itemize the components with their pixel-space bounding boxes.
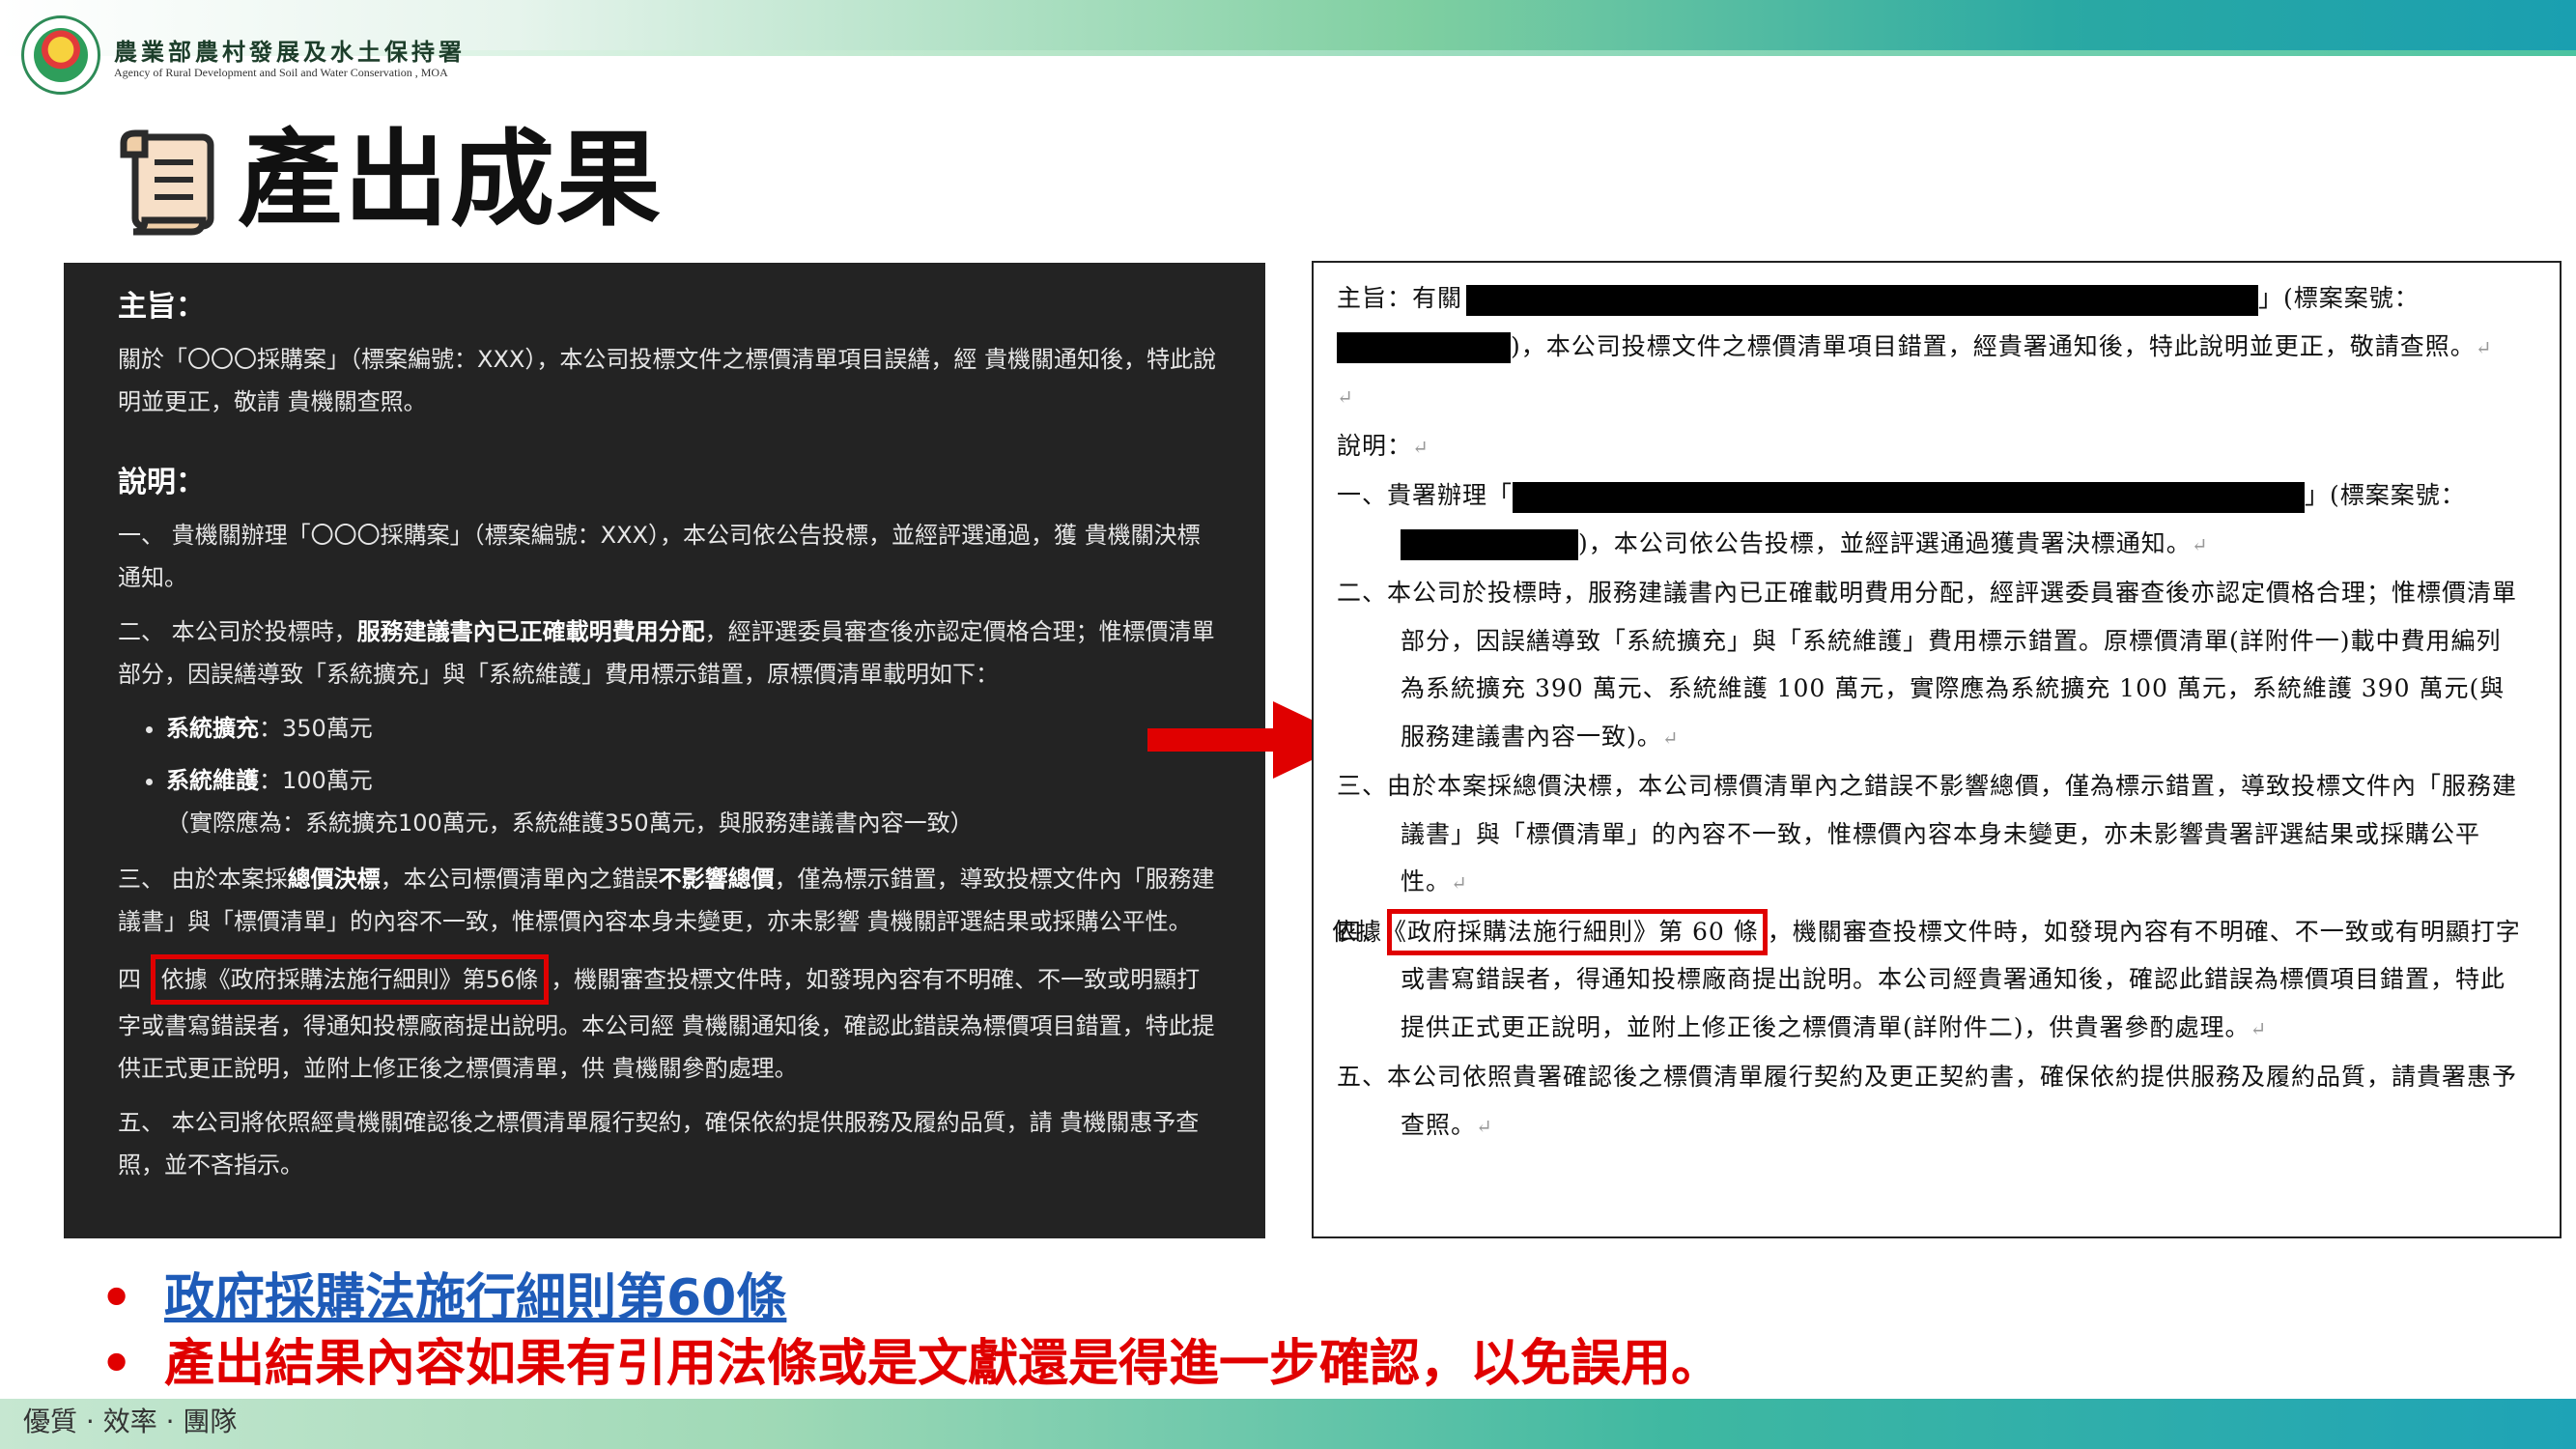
redaction-block	[1337, 332, 1511, 363]
redaction-block	[1466, 284, 2259, 316]
subject-text: 關於「〇〇〇採購案」（標案編號：XXX），本公司投標文件之標價清單項目誤繕，經 …	[118, 346, 1216, 415]
list-item: 系統擴充：350萬元	[166, 707, 1219, 750]
explain-item-5: 五、 本公司將依照經貴機關確認後之標價清單履行契約，確保依約提供服務及履約品質，…	[118, 1109, 1200, 1179]
explain-item-2: 二、本公司於投標時，服務建議書內已正確載明費用分配，經評選委員審查後亦認定價格合…	[1337, 579, 2518, 751]
agency-name-en: Agency of Rural Development and Soil and…	[114, 66, 448, 79]
bullet-dot-icon: •	[100, 1335, 133, 1393]
explain-item-3: 三、由於本案採總價決標，本公司標價清單內之錯誤不影響總價，僅為標示錯置，導致投標…	[1337, 772, 2518, 895]
price-list: 系統擴充：350萬元 系統維護：100萬元（實際應為：系統擴充100萬元，系統維…	[118, 707, 1219, 844]
scroll-icon	[120, 129, 214, 236]
explain-item-1: 一、 貴機關辦理「〇〇〇採購案」（標案編號：XXX），本公司依公告投標，並經評選…	[118, 522, 1201, 591]
subject-line: 主旨：有關 」(標案案號：)，本公司投標文件之標價清單項目錯置，經貴署通知後，特此…	[1337, 274, 2525, 372]
explain-heading: 說明：↵	[1337, 431, 1430, 460]
redaction-block	[1401, 529, 1578, 560]
bullet-item: • 政府採購法施行細則第60條	[100, 1265, 1721, 1331]
explain-item-1: 一、貴署辦理「 」(標案案號：)，本公司依公告投標，並經評選通過獲貴署決標通知。↵	[1337, 471, 2525, 569]
list-item: 系統維護：100萬元（實際應為：系統擴充100萬元，系統維護350萬元，與服務建…	[166, 759, 1219, 844]
bullet-dot-icon: •	[100, 1269, 133, 1327]
page-title: 產出成果	[238, 120, 664, 241]
ai-output-document: 主旨： 關於「〇〇〇採購案」（標案編號：XXX），本公司投標文件之標價清單項目誤…	[64, 263, 1265, 1238]
explain-item-2: 二、 本公司於投標時，服務建議書內已正確載明費用分配，經評選委員審查後亦認定價格…	[118, 618, 1215, 688]
key-points: • 政府採購法施行細則第60條 • 產出結果內容如果有引用法條或是文獻還是得進一步確…	[100, 1265, 1721, 1397]
law-link[interactable]: 政府採購法施行細則第60條	[164, 1269, 786, 1327]
revised-document: 主旨：有關 」(標案案號：)，本公司投標文件之標價清單項目錯置，經貴署通知後，特此…	[1312, 261, 2562, 1238]
highlighted-citation: 依據《政府採購法施行細則》第56條	[150, 954, 550, 1005]
highlighted-citation: 依據《政府採購法施行細則》第 60 條	[1332, 908, 1768, 955]
explain-item-4: 四、依據《政府採購法施行細則》第 60 條，機關審查投標文件時，如發現內容有不明…	[1332, 908, 2525, 1054]
explain-item-4: 四 依據《政府採購法施行細則》第56條 ，機關審查投標文件時，如發現內容有不明確、…	[118, 954, 1219, 1090]
footer-slogan: 優質 · 效率 · 團隊	[23, 1406, 238, 1437]
explain-item-5: 五、本公司依照貴署確認後之標價清單履行契約及更正契約書，確保依約提供服務及履約品…	[1337, 1063, 2518, 1139]
redaction-block	[1513, 481, 2306, 513]
explain-heading: 說明：	[118, 466, 205, 499]
agency-name-zh: 農業部農村發展及水土保持署	[114, 38, 466, 66]
subject-heading: 主旨：	[118, 290, 205, 324]
explain-item-3: 三、 由於本案採總價決標，本公司標價清單內之錯誤不影響總價，僅為標示錯置，導致投…	[118, 866, 1215, 935]
agency-logo	[21, 15, 100, 95]
bullet-item: • 產出結果內容如果有引用法條或是文獻還是得進一步確認，以免誤用。	[100, 1331, 1721, 1397]
bottom-banner	[0, 1399, 2576, 1449]
